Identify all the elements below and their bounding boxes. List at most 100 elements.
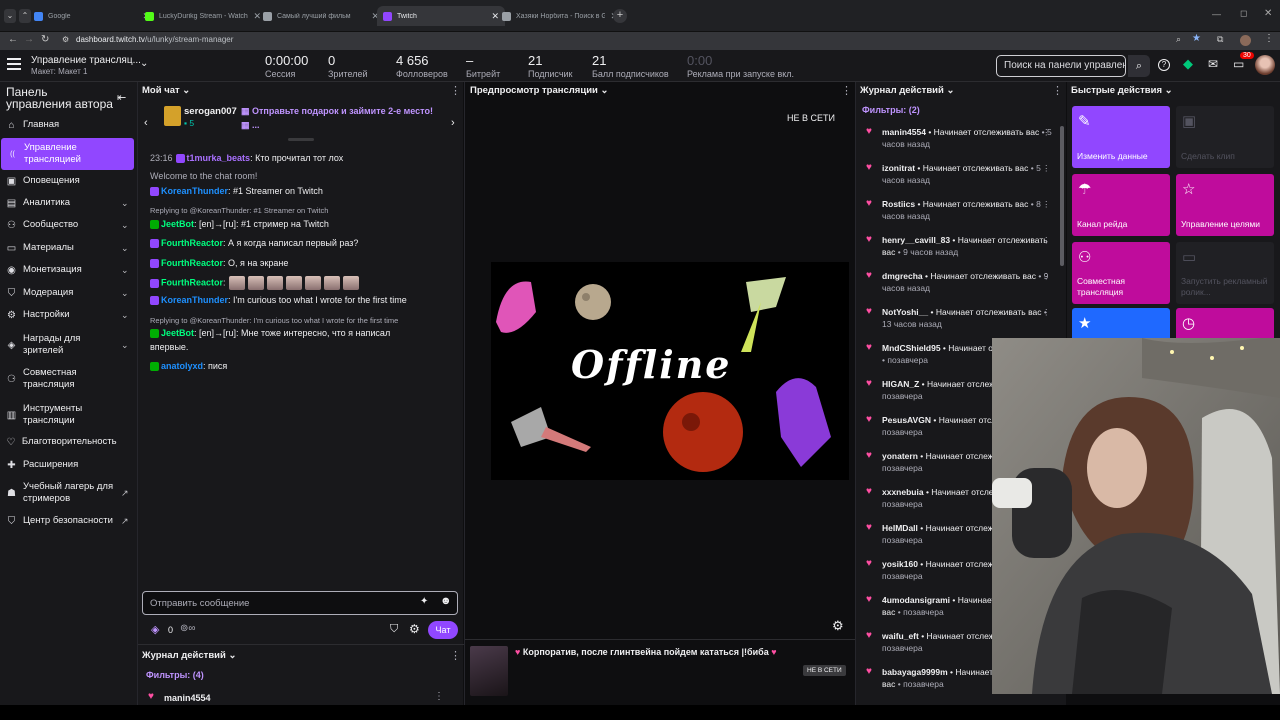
activity-username[interactable]: yonatern: [882, 451, 918, 461]
quick-action-tile[interactable]: ☂ Канал рейда: [1072, 174, 1170, 236]
stream-thumbnail[interactable]: [470, 646, 508, 696]
quick-action-tile[interactable]: ☆ Управление целями: [1176, 174, 1274, 236]
sidebar-item-11[interactable]: ▥ Инструменты трансляции: [0, 402, 137, 428]
back-icon[interactable]: ←: [8, 34, 18, 45]
chat-username[interactable]: JeetBot: [161, 328, 194, 338]
bottom-log-menu-icon[interactable]: ⋮: [450, 649, 461, 662]
help-icon[interactable]: ?: [1158, 59, 1170, 71]
entry-menu-icon[interactable]: ⋮: [1042, 126, 1051, 138]
bottom-log-row-menu-icon[interactable]: ⋮: [434, 691, 444, 702]
activity-entry[interactable]: ♥ izonitrat • Начинает отслеживать вас • …: [866, 162, 1056, 192]
activity-scrollbar[interactable]: [1060, 126, 1064, 266]
chat-username[interactable]: FourthReactor: [161, 238, 223, 248]
preview-settings-icon[interactable]: ⚙: [832, 618, 844, 634]
activity-username[interactable]: waifu_eft: [882, 631, 919, 641]
browser-tab[interactable]: Twitch ✕: [377, 6, 505, 26]
activity-username[interactable]: dmgrecha: [882, 271, 923, 281]
emote-picker-icon[interactable]: ☻: [440, 595, 452, 607]
sidebar-item-12[interactable]: ♡ Благотворительность: [0, 435, 137, 449]
activity-entry[interactable]: ♥ Rostiics • Начинает отслеживать вас • 8…: [866, 198, 1056, 228]
bottom-log-filters[interactable]: Фильтры: (4): [146, 670, 204, 680]
dashboard-search-input[interactable]: Поиск на панели управлен: [996, 55, 1126, 77]
layout-title[interactable]: Управление трансляц...: [31, 55, 141, 66]
extensions-icon[interactable]: ⧉: [1217, 34, 1223, 45]
user-avatar[interactable]: [1255, 55, 1275, 75]
channel-points-icon[interactable]: ◈: [151, 623, 159, 636]
quick-action-tile[interactable]: ⚇ Совместная трансляция: [1072, 242, 1170, 304]
sidebar-item-7[interactable]: ⛉ Модерация ⌄: [0, 286, 137, 300]
mod-shield-icon[interactable]: ⛉: [390, 623, 398, 636]
chat-send-button[interactable]: Чат: [428, 621, 458, 639]
zoom-icon[interactable]: ⌕: [1176, 34, 1181, 45]
restore-window-icon[interactable]: ◻: [1240, 8, 1247, 19]
browser-tab[interactable]: Хазяки Норбита - Поиск в Goog...✕: [496, 6, 624, 26]
activity-entry[interactable]: ♥ dmgrecha • Начинает отслеживать вас • 9…: [866, 270, 1056, 300]
activity-entry[interactable]: ♥ manin4554 • Начинает отслеживать вас • …: [866, 126, 1056, 156]
tab-list-button[interactable]: ⌄: [4, 9, 16, 23]
quick-action-tile[interactable]: ✎ Изменить данные: [1072, 106, 1170, 168]
sidebar-item-13[interactable]: ✚ Расширения: [0, 458, 137, 472]
chat-username[interactable]: anatolyxd: [161, 361, 203, 371]
gift-carousel-next-icon[interactable]: ›: [451, 117, 455, 129]
reload-icon[interactable]: ↻: [41, 34, 49, 45]
activity-username[interactable]: manin4554: [882, 127, 926, 137]
sidebar-item-14[interactable]: ☗ Учебный лагерь для стримеров ↗: [0, 480, 137, 506]
sidebar-item-10[interactable]: ⚆ Совместная трансляция: [0, 366, 137, 392]
chat-username[interactable]: FourthReactor: [161, 258, 223, 268]
sidebar-item-15[interactable]: ⛉ Центр безопасности ↗: [0, 514, 137, 528]
sidebar-item-4[interactable]: ⚇ Сообщество ⌄: [0, 218, 137, 232]
activity-username[interactable]: MndCShield95: [882, 343, 941, 353]
gift-carousel-prev-icon[interactable]: ‹: [144, 117, 148, 129]
close-window-icon[interactable]: ✕: [1264, 8, 1272, 19]
site-info-icon[interactable]: ⚙: [62, 35, 69, 44]
quick-action-tile[interactable]: ▣ Сделать клип: [1176, 106, 1274, 168]
sidebar-item-9[interactable]: ◈ Награды для зрителей ⌄: [0, 332, 137, 358]
activity-filters[interactable]: Фильтры: (2): [862, 105, 920, 115]
activity-username[interactable]: 4umodansigrami: [882, 595, 950, 605]
entry-menu-icon[interactable]: ⋮: [1042, 270, 1051, 282]
activity-username[interactable]: PesusAVGN: [882, 415, 931, 425]
activity-menu-icon[interactable]: ⋮: [1052, 84, 1063, 97]
sidebar-item-3[interactable]: ▤ Аналитика ⌄: [0, 196, 137, 210]
forward-icon[interactable]: →: [24, 34, 34, 45]
chat-input[interactable]: Отправить сообщение: [142, 591, 458, 615]
chat-username[interactable]: KoreanThunder: [161, 295, 228, 305]
entry-menu-icon[interactable]: ⋮: [1042, 306, 1051, 318]
collapse-sidebar-icon[interactable]: ⇤: [117, 91, 126, 104]
activity-username[interactable]: HeIMDall: [882, 523, 918, 533]
stream-preview-title[interactable]: Предпросмотр трансляции ⌄: [470, 85, 608, 96]
search-button[interactable]: ⌕: [1128, 55, 1150, 77]
gift-user[interactable]: serogan007: [184, 106, 237, 117]
whispers-icon[interactable]: ✉: [1208, 57, 1218, 71]
sidebar-item-2[interactable]: ▣ Оповещения: [0, 174, 137, 188]
sidebar-item-5[interactable]: ▭ Материалы ⌄: [0, 241, 137, 255]
entry-menu-icon[interactable]: ⋮: [1042, 162, 1051, 174]
browser-tab[interactable]: LuckyDurikg Stream - Watch Li...✕: [139, 6, 267, 26]
bottom-activity-log-title[interactable]: Журнал действий ⌄: [142, 650, 236, 661]
browser-menu-icon[interactable]: ⋮: [1264, 33, 1274, 44]
activity-username[interactable]: babayaga9999m: [882, 667, 948, 677]
chat-username[interactable]: t1murka_beats: [187, 153, 251, 163]
minimize-window-icon[interactable]: —: [1212, 9, 1221, 19]
activity-username[interactable]: HIGAN_Z: [882, 379, 919, 389]
extensions-gem-icon[interactable]: ◆: [1183, 56, 1193, 72]
browser-tab[interactable]: Самый лучший фильм ✕: [257, 6, 385, 26]
browser-tab[interactable]: Google✕: [28, 6, 156, 26]
activity-entry[interactable]: ♥ NotYoshi__ • Начинает отслеживать вас •…: [866, 306, 1056, 336]
chat-settings-icon[interactable]: ⚙: [409, 622, 420, 636]
activity-username[interactable]: Rostiics: [882, 199, 915, 209]
activity-username[interactable]: xxxnebuia: [882, 487, 924, 497]
activity-username[interactable]: izonitrat: [882, 163, 915, 173]
activity-entry[interactable]: ♥ henry__cavill_83 • Начинает отслеживать…: [866, 234, 1056, 264]
profile-avatar-icon[interactable]: [1240, 35, 1251, 46]
bookmark-star-icon[interactable]: ★: [1192, 33, 1201, 44]
gift-promo-text[interactable]: ▦ Отправьте подарок и займите 2-е место!…: [241, 104, 441, 132]
chat-username[interactable]: FourthReactor: [161, 277, 223, 287]
entry-menu-icon[interactable]: ⋮: [1042, 234, 1051, 246]
hamburger-menu-icon[interactable]: [7, 58, 21, 70]
bottom-log-first-user[interactable]: manin4554: [164, 693, 211, 703]
activity-username[interactable]: yosik160: [882, 559, 918, 569]
sidebar-item-0[interactable]: ⌂ Главная: [0, 118, 137, 132]
notifications-icon[interactable]: ▭: [1233, 57, 1244, 71]
chat-panel-menu-icon[interactable]: ⋮: [450, 84, 461, 97]
